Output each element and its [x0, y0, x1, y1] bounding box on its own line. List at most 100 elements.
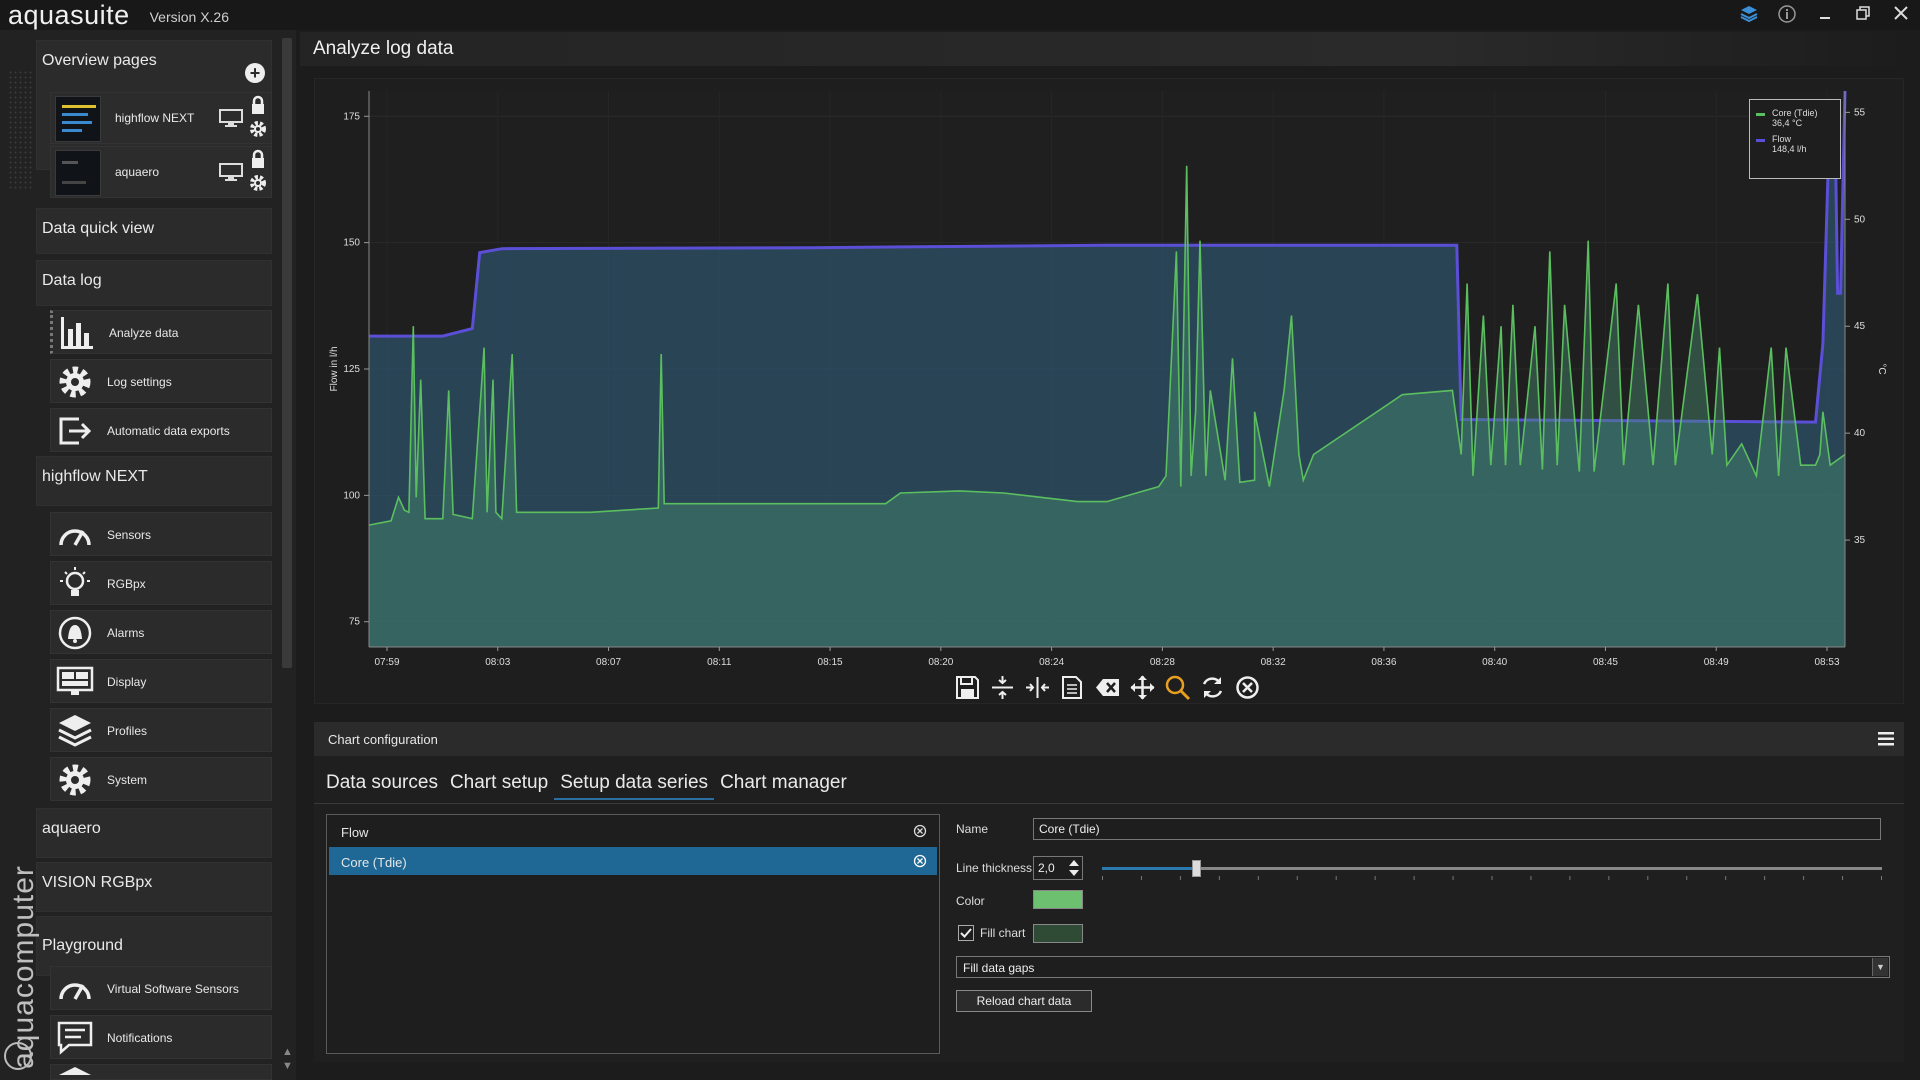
slider-ticks [1102, 876, 1882, 880]
sidebar-item-label: Analyze data [109, 326, 179, 340]
display-icon [56, 666, 94, 695]
x-tick-label: 08:49 [1704, 657, 1729, 668]
sidebar-item-automatic-data-exports[interactable]: Automatic data exports [50, 408, 272, 452]
gear-icon[interactable] [248, 173, 268, 193]
sidebar-item-label: Automatic data exports [107, 424, 230, 438]
tab-chart-setup[interactable]: Chart setup [444, 766, 554, 800]
sidebar-item-system[interactable]: System [50, 757, 272, 801]
vision-rgbpx-section[interactable]: VISION RGBpx [36, 862, 272, 912]
chart-configuration-title: Chart configuration [328, 732, 438, 747]
aquaero-section[interactable]: aquaero [36, 808, 272, 858]
add-page-icon[interactable]: + [245, 63, 265, 83]
sidebar-item-rgbpx[interactable]: RGBpx [50, 561, 272, 605]
data-gaps-dropdown[interactable]: Fill data gaps ▼ [956, 956, 1890, 978]
tab-setup-data-series[interactable]: Setup data series [554, 766, 715, 800]
series-item-label: Core (Tdie) [341, 855, 407, 870]
remove-series-icon[interactable] [913, 824, 927, 838]
data-series-list: Flow Core (Tdie) [326, 814, 940, 1054]
app-window: aquasuite Version X.26 ▲ ▼ Overview page… [0, 0, 1920, 1080]
data-quick-view-section[interactable]: Data quick view [36, 208, 272, 254]
gear-icon [59, 764, 91, 796]
monitor-icon[interactable] [219, 163, 243, 181]
restore-button[interactable] [1852, 4, 1874, 26]
fit-horizontal-icon[interactable] [1024, 674, 1051, 701]
export-icon [59, 417, 92, 445]
sidebar-item-alarms[interactable]: Alarms [50, 610, 272, 654]
move-icon[interactable] [1129, 674, 1156, 701]
menu-icon[interactable] [1878, 732, 1894, 746]
x-tick-label: 08:11 [707, 657, 732, 668]
gear-icon [59, 366, 91, 398]
minimize-button[interactable] [1814, 4, 1836, 26]
slider-thumb[interactable] [1191, 860, 1201, 877]
sidebar-item-sensors[interactable]: Sensors [50, 512, 272, 556]
right-tick-label: 45 [1854, 321, 1866, 332]
left-tick-label: 175 [343, 111, 360, 122]
lightbulb-icon [60, 567, 90, 596]
x-tick-label: 08:28 [1150, 657, 1175, 668]
data-log-section[interactable]: Data log [36, 260, 272, 306]
chart-panel[interactable]: 75 100 125 150 175 35 40 45 50 55 07:59 08:03 08:07 0… [314, 78, 1904, 704]
info-icon[interactable] [1776, 4, 1798, 26]
left-tick-label: 150 [343, 238, 360, 249]
sidebar-item-partial[interactable] [50, 1064, 272, 1080]
fill-color-swatch[interactable] [1033, 924, 1083, 943]
tab-data-sources[interactable]: Data sources [320, 766, 444, 800]
brand-wordmark: aquacomputer [6, 865, 40, 1069]
stepper-arrows-icon[interactable] [1068, 859, 1080, 877]
data-gaps-selected: Fill data gaps [963, 961, 1035, 975]
zoom-icon[interactable] [1164, 674, 1191, 701]
lock-icon[interactable] [249, 149, 267, 169]
checkmark-icon [960, 928, 972, 938]
refresh-icon[interactable] [1199, 674, 1226, 701]
sidebar-item-virtual-software-sensors[interactable]: Virtual Software Sensors [50, 966, 272, 1010]
save-icon[interactable] [954, 674, 981, 701]
overview-page-highflow[interactable]: highflow NEXT [50, 92, 272, 144]
chart-configuration-panel: Chart configuration Data sources Chart s… [314, 722, 1904, 1062]
line-thickness-stepper[interactable]: 2,0 [1033, 856, 1083, 880]
log-chart[interactable]: 75 100 125 150 175 35 40 45 50 55 07:59 08:03 08:07 0… [315, 79, 1905, 679]
app-version: Version X.26 [149, 9, 229, 25]
gauge-icon [59, 529, 91, 546]
color-label: Color [956, 894, 985, 908]
tab-chart-manager[interactable]: Chart manager [714, 766, 853, 800]
export-icon[interactable] [1059, 674, 1086, 701]
series-item-core-tdie[interactable]: Core (Tdie) [329, 847, 937, 875]
line-thickness-label: Line thickness [956, 861, 1033, 875]
series-name-input[interactable] [1033, 818, 1881, 840]
page-thumbnail [55, 96, 101, 142]
legend-swatch [1756, 113, 1765, 116]
legend-value: 36,4 °C [1772, 118, 1803, 128]
overview-pages-title: Overview pages [42, 52, 157, 69]
reload-chart-data-button[interactable]: Reload chart data [956, 990, 1092, 1012]
alarm-bell-icon [58, 616, 92, 650]
clear-icon[interactable] [1094, 674, 1121, 701]
data-quick-view-title: Data quick view [42, 220, 155, 237]
sidebar-item-analyze-data[interactable]: Analyze data [50, 310, 272, 354]
monitor-icon[interactable] [219, 109, 243, 127]
lock-icon[interactable] [249, 95, 267, 115]
sidebar-scrollbar[interactable] [282, 38, 292, 668]
close-icon[interactable] [1234, 674, 1261, 701]
sidebar-item-log-settings[interactable]: Log settings [50, 359, 272, 403]
fill-chart-checkbox[interactable] [958, 925, 974, 941]
sidebar-item-display[interactable]: Display [50, 659, 272, 703]
series-item-flow[interactable]: Flow [329, 817, 937, 845]
close-button[interactable] [1890, 4, 1912, 26]
line-color-swatch[interactable] [1033, 890, 1083, 909]
x-tick-label: 08:03 [485, 657, 510, 668]
line-thickness-slider[interactable] [1102, 860, 1882, 877]
fit-vertical-icon[interactable] [989, 674, 1016, 701]
gear-icon[interactable] [248, 119, 268, 139]
highflow-next-section[interactable]: highflow NEXT [36, 456, 272, 506]
sidebar-scroll-arrows[interactable]: ▲ ▼ [282, 1045, 293, 1075]
overview-page-aquaero[interactable]: aquaero [50, 146, 272, 198]
sidebar-item-notifications[interactable]: Notifications [50, 1015, 272, 1059]
page-title: Analyze log data [313, 38, 454, 59]
layers-icon[interactable] [1738, 4, 1760, 26]
sidebar-item-profiles[interactable]: Profiles [50, 708, 272, 752]
layers-icon [59, 1067, 91, 1075]
chevron-down-icon[interactable]: ▼ [1872, 958, 1888, 976]
highflow-next-title: highflow NEXT [42, 468, 148, 485]
remove-series-icon[interactable] [913, 854, 927, 868]
